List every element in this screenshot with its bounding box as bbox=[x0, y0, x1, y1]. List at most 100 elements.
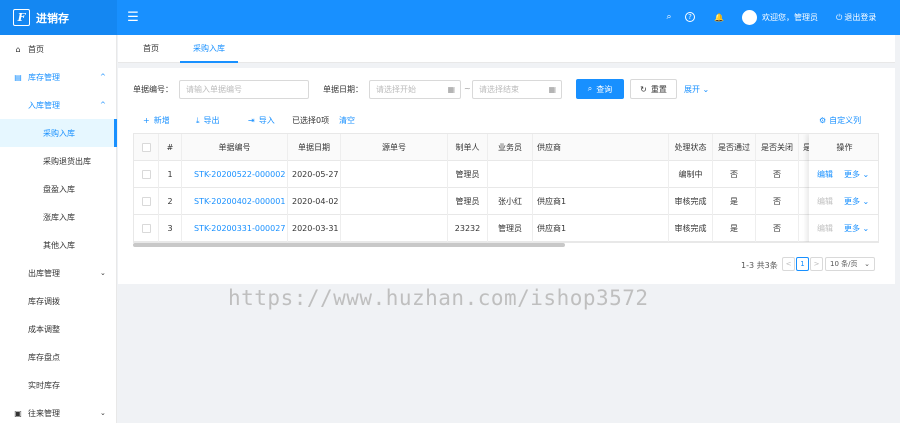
sidebar-item-stocktake[interactable]: 库存盘点 bbox=[0, 343, 117, 371]
export-button[interactable]: ⤓ 导出 bbox=[196, 115, 220, 126]
table-row[interactable]: 1 STK-20200522-000002 2020-05-27 管理员 编制中… bbox=[134, 161, 878, 188]
cell-source-no bbox=[341, 161, 448, 188]
sidebar-item-realtime[interactable]: 实时库存 bbox=[0, 371, 117, 399]
inventory-icon: ▤ bbox=[14, 72, 22, 82]
order-no-input[interactable]: 请输入单据编号 bbox=[179, 80, 309, 99]
header-status[interactable]: 处理状态 bbox=[669, 134, 713, 161]
search-button[interactable]: ⌕ 查询 bbox=[576, 79, 624, 99]
expand-link[interactable]: 展开 ⌄ bbox=[684, 84, 709, 95]
more-label: 更多 bbox=[844, 224, 860, 233]
import-label: 导入 bbox=[258, 116, 275, 125]
chevron-down-icon: ⌄ bbox=[702, 85, 710, 94]
sidebar-item-inventory[interactable]: ▤ 库存管理 ^ bbox=[0, 63, 117, 91]
logout-label: 退出登录 bbox=[844, 13, 877, 22]
cell-supplier: 供应商1 bbox=[533, 188, 669, 215]
edit-link-disabled: 编辑 bbox=[817, 197, 833, 206]
chevron-up-icon: ^ bbox=[100, 101, 106, 109]
calendar-icon: ▦ bbox=[548, 85, 556, 94]
reset-button[interactable]: ↻ 重置 bbox=[630, 79, 677, 99]
menu-collapse-icon[interactable]: ☰ bbox=[124, 8, 142, 26]
sidebar-item-ledger[interactable]: ▣ 往来管理 ⌄ bbox=[0, 399, 117, 423]
help-icon[interactable]: ? bbox=[685, 12, 695, 22]
header-maker[interactable]: 制单人 bbox=[448, 134, 488, 161]
table-horizontal-scrollbar[interactable] bbox=[133, 243, 565, 247]
sidebar: ⌂ 首页 ▤ 库存管理 ^ 入库管理 ^ 采购入库 采购退货出库 盘盈入库 涨库… bbox=[0, 35, 117, 423]
prev-page-button[interactable]: < bbox=[782, 257, 795, 271]
import-icon: ⇥ bbox=[248, 116, 255, 125]
start-date-input[interactable]: 请选择开始 ▦ bbox=[369, 80, 461, 99]
tab-purchase-in[interactable]: 采购入库 bbox=[180, 35, 238, 63]
sidebar-item-rise-in[interactable]: 涨库入库 bbox=[0, 203, 117, 231]
sidebar-item-home[interactable]: ⌂ 首页 bbox=[0, 35, 117, 63]
row-checkbox[interactable] bbox=[142, 197, 151, 206]
more-label: 更多 bbox=[844, 170, 860, 179]
sidebar-item-label: 入库管理 bbox=[28, 100, 60, 110]
row-select bbox=[134, 188, 159, 215]
cell-supplier: 供应商1 bbox=[533, 215, 669, 242]
more-dropdown[interactable]: 更多 ⌄ bbox=[844, 215, 869, 242]
cell-supplier bbox=[533, 161, 669, 188]
table-row[interactable]: 3 STK-20200331-000027 2020-03-31 23232 管… bbox=[134, 215, 878, 242]
cell-order-no[interactable]: STK-20200402-000001 bbox=[182, 188, 288, 215]
header-source-no[interactable]: 源单号 bbox=[341, 134, 448, 161]
cell-closed: 否 bbox=[756, 215, 799, 242]
select-all-checkbox[interactable] bbox=[142, 143, 151, 152]
start-date-placeholder: 请选择开始 bbox=[376, 85, 416, 94]
custom-columns-button[interactable]: ⚙ 自定义列 bbox=[819, 115, 861, 126]
cell-order-no[interactable]: STK-20200522-000002 bbox=[182, 161, 288, 188]
more-dropdown[interactable]: 更多 ⌄ bbox=[844, 188, 869, 215]
bell-icon[interactable]: 🔔 bbox=[712, 10, 726, 24]
search-icon: ⌕ bbox=[587, 84, 593, 93]
sidebar-item-outbound[interactable]: 出库管理 ⌄ bbox=[0, 259, 117, 287]
next-page-button[interactable]: > bbox=[810, 257, 823, 271]
selected-count: 已选择0项 bbox=[292, 116, 330, 125]
sidebar-item-label: 实时库存 bbox=[28, 380, 60, 390]
chevron-up-icon: ^ bbox=[100, 73, 106, 81]
more-dropdown[interactable]: 更多 ⌄ bbox=[844, 161, 869, 188]
import-button[interactable]: ⇥ 导入 bbox=[248, 115, 275, 126]
sidebar-item-label: 出库管理 bbox=[28, 268, 60, 278]
avatar[interactable] bbox=[742, 10, 757, 25]
chevron-down-icon: ⌄ bbox=[100, 269, 106, 277]
header-date[interactable]: 单据日期 bbox=[288, 134, 341, 161]
sidebar-item-purchase-in[interactable]: 采购入库 bbox=[0, 119, 117, 147]
cell-maker: 管理员 bbox=[448, 161, 488, 188]
sidebar-item-purchase-return[interactable]: 采购退货出库 bbox=[0, 147, 117, 175]
row-checkbox[interactable] bbox=[142, 170, 151, 179]
sidebar-item-inbound[interactable]: 入库管理 ^ bbox=[0, 91, 117, 119]
download-icon: ⤓ bbox=[196, 116, 200, 125]
app-logo[interactable]: F 进销存 bbox=[0, 0, 117, 35]
header-salesman[interactable]: 业务员 bbox=[488, 134, 533, 161]
sidebar-item-other-in[interactable]: 其他入库 bbox=[0, 231, 117, 259]
header-closed[interactable]: 是否关闭 bbox=[756, 134, 799, 161]
cell-maker: 23232 bbox=[448, 215, 488, 242]
page-size-select[interactable]: 10 条/页 ⌄ bbox=[825, 257, 875, 271]
add-button[interactable]: + 新增 bbox=[143, 115, 170, 126]
sidebar-item-label: 库存管理 bbox=[28, 72, 60, 82]
custom-columns-label: 自定义列 bbox=[829, 116, 862, 125]
add-label: 新增 bbox=[153, 116, 170, 125]
search-icon[interactable]: ⌕ bbox=[662, 10, 676, 24]
header-order-no[interactable]: 单据编号 bbox=[182, 134, 288, 161]
row-select bbox=[134, 215, 159, 242]
header-supplier[interactable]: 供应商 bbox=[533, 134, 669, 161]
cell-order-no[interactable]: STK-20200331-000027 bbox=[182, 215, 288, 242]
order-no-label: 单据编号： bbox=[133, 85, 173, 94]
sidebar-item-transfer[interactable]: 库存调拨 bbox=[0, 287, 117, 315]
end-date-input[interactable]: 请选择结束 ▦ bbox=[472, 80, 562, 99]
header-passed[interactable]: 是否通过 bbox=[713, 134, 756, 161]
clear-link[interactable]: 清空 bbox=[339, 115, 355, 126]
edit-link[interactable]: 编辑 bbox=[817, 161, 833, 188]
reset-button-label: 重置 bbox=[650, 84, 667, 94]
watermark: https://www.huzhan.com/ishop3572 bbox=[228, 286, 649, 310]
tab-home[interactable]: 首页 bbox=[132, 35, 170, 63]
cell-source-no bbox=[341, 215, 448, 242]
sidebar-item-surplus-in[interactable]: 盘盈入库 bbox=[0, 175, 117, 203]
logout-button[interactable]: ⏻ 退出登录 bbox=[836, 12, 876, 23]
row-checkbox[interactable] bbox=[142, 224, 151, 233]
sidebar-item-cost-adjust[interactable]: 成本调整 bbox=[0, 315, 117, 343]
row-operations: 编辑 更多 ⌄ bbox=[809, 161, 878, 188]
page-1-button[interactable]: 1 bbox=[796, 257, 809, 271]
table-row[interactable]: 2 STK-20200402-000001 2020-04-02 管理员 张小红… bbox=[134, 188, 878, 215]
sidebar-item-label: 盘盈入库 bbox=[43, 184, 75, 194]
